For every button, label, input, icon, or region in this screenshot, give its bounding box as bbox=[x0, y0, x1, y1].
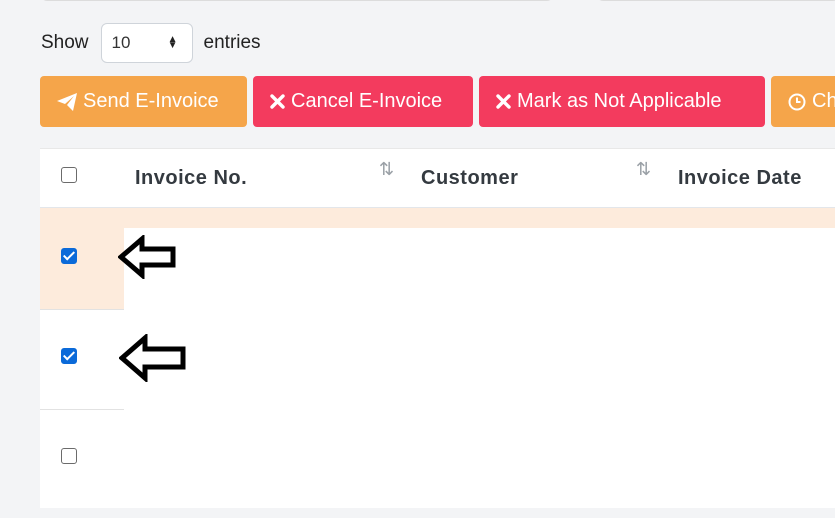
column-header-label: Customer bbox=[421, 166, 519, 189]
entries-select[interactable]: 10 ▲ ▼ bbox=[100, 23, 193, 63]
sort-caret-icon: ▲ ▼ bbox=[167, 34, 178, 51]
partial-action-button[interactable]: Ch bbox=[771, 76, 835, 127]
row-checkbox-3[interactable] bbox=[61, 448, 77, 464]
paper-plane-icon bbox=[57, 92, 77, 111]
partial-action-label: Ch bbox=[812, 90, 835, 112]
left-arrow-icon bbox=[118, 235, 176, 279]
row-divider bbox=[40, 409, 124, 410]
top-field-left[interactable] bbox=[41, 0, 553, 1]
row-divider bbox=[40, 309, 124, 310]
selected-row-highlight bbox=[40, 208, 124, 309]
invoice-table: Invoice No. ⇅ Customer ⇅ Invoice Date bbox=[40, 148, 835, 508]
cancel-einvoice-label: Cancel E-Invoice bbox=[291, 90, 443, 112]
send-einvoice-button[interactable]: Send E-Invoice bbox=[40, 76, 247, 127]
column-header-invoice-date[interactable]: Invoice Date bbox=[678, 149, 835, 207]
selected-row-band bbox=[124, 208, 835, 228]
close-icon bbox=[270, 94, 285, 109]
table-header: Invoice No. ⇅ Customer ⇅ Invoice Date bbox=[40, 148, 835, 210]
column-header-invoice-no[interactable]: Invoice No. bbox=[135, 149, 415, 207]
column-header-label: Invoice Date bbox=[678, 166, 802, 189]
mark-not-applicable-label: Mark as Not Applicable bbox=[517, 90, 722, 112]
clock-icon bbox=[788, 93, 806, 111]
entries-select-value: 10 bbox=[111, 33, 131, 52]
show-label: Show bbox=[41, 32, 89, 53]
entries-label: entries bbox=[203, 32, 261, 53]
length-menu: Show 10 ▲ ▼ entries bbox=[41, 22, 261, 64]
sort-icon[interactable]: ⇅ bbox=[636, 159, 651, 180]
row-checkbox-1[interactable] bbox=[61, 248, 77, 264]
sort-icon[interactable]: ⇅ bbox=[379, 159, 394, 180]
row-checkbox-2[interactable] bbox=[61, 348, 77, 364]
column-header-customer[interactable]: Customer bbox=[421, 149, 671, 207]
cancel-einvoice-button[interactable]: Cancel E-Invoice bbox=[253, 76, 473, 127]
top-field-right[interactable] bbox=[597, 0, 835, 1]
select-all-checkbox[interactable] bbox=[61, 167, 77, 183]
close-icon bbox=[496, 94, 511, 109]
left-arrow-icon bbox=[119, 334, 186, 382]
action-toolbar: Send E-Invoice Cancel E-Invoice Mark as … bbox=[40, 76, 835, 127]
send-einvoice-label: Send E-Invoice bbox=[83, 90, 219, 112]
column-header-label: Invoice No. bbox=[135, 166, 248, 189]
mark-not-applicable-button[interactable]: Mark as Not Applicable bbox=[479, 76, 765, 127]
